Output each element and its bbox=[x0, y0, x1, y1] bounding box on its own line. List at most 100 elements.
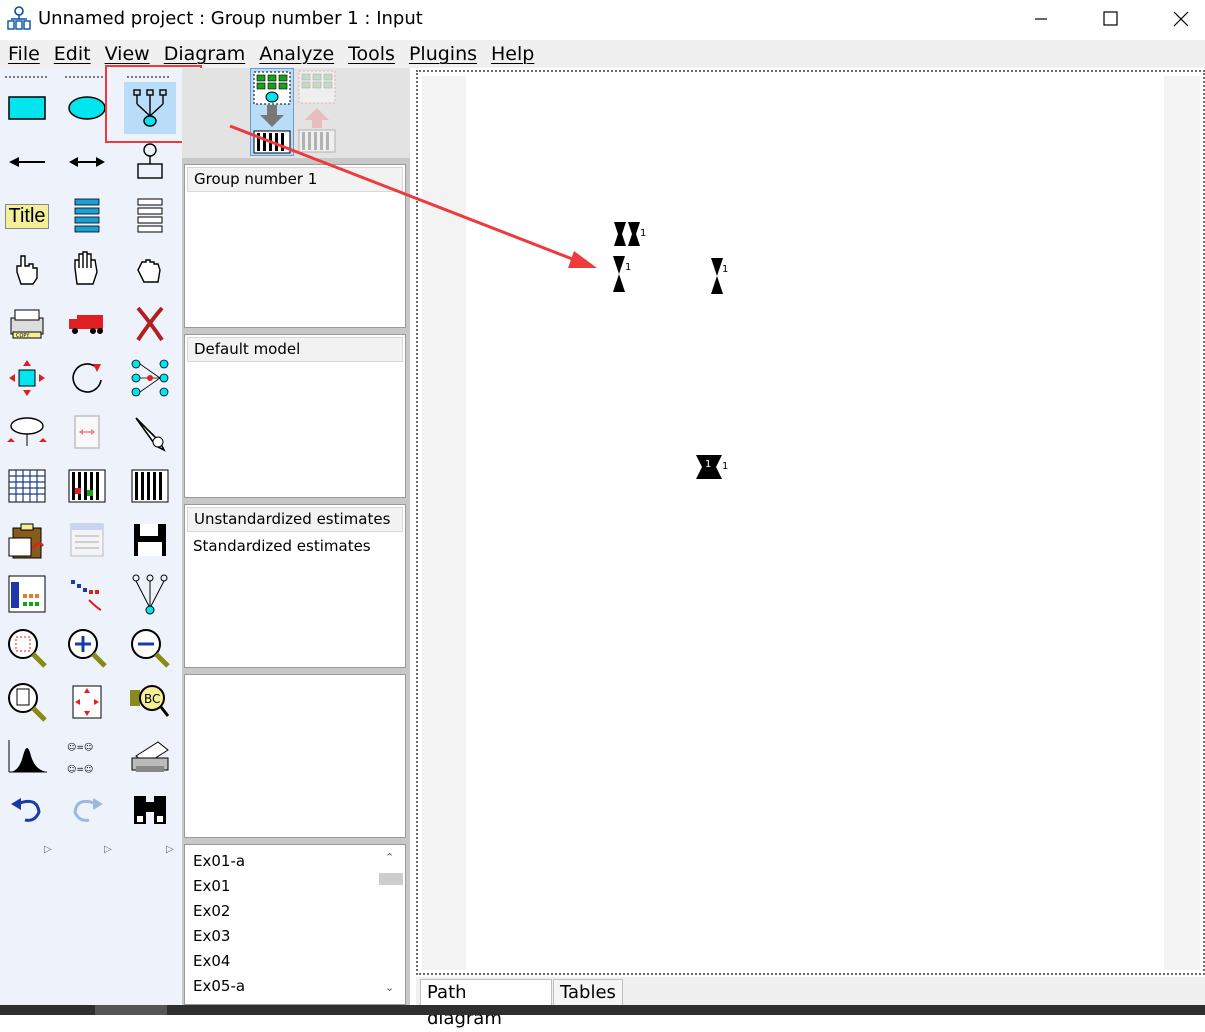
group-item[interactable]: Group number 1 bbox=[187, 167, 403, 192]
view-output-path-diagram-button[interactable] bbox=[296, 68, 340, 156]
scroll-down-icon[interactable]: ⌄ bbox=[385, 981, 394, 994]
copy-diagram-to-clipboard-icon[interactable] bbox=[3, 516, 51, 564]
resize-to-fit-page-icon[interactable] bbox=[63, 678, 111, 726]
rotate-indicators-icon[interactable] bbox=[63, 354, 111, 402]
print-diagram-icon[interactable] bbox=[126, 732, 174, 780]
scroll-up-icon[interactable]: ⌃ bbox=[385, 851, 394, 864]
file-item[interactable]: Ex03 bbox=[185, 924, 405, 949]
select-all-objects-icon[interactable] bbox=[63, 246, 111, 294]
page-margin bbox=[422, 76, 466, 970]
draw-latent-variable-icon[interactable] bbox=[63, 84, 111, 132]
zoom-out-icon[interactable] bbox=[126, 624, 174, 672]
menu-diagram[interactable]: Diagram bbox=[164, 43, 246, 65]
estimates-item-unstandardized[interactable]: Unstandardized estimates bbox=[187, 507, 403, 532]
view-entire-page-icon[interactable] bbox=[3, 678, 51, 726]
scroll-diagram-icon[interactable] bbox=[63, 408, 111, 456]
svg-text:☺=☺: ☺=☺ bbox=[67, 764, 93, 775]
calculate-estimates-icon[interactable] bbox=[126, 462, 174, 510]
drag-properties-icon[interactable] bbox=[63, 570, 111, 618]
file-item[interactable]: Ex05-a bbox=[185, 974, 405, 999]
object-label: 1 bbox=[623, 226, 630, 237]
object-properties-icon[interactable] bbox=[3, 570, 51, 618]
minimize-button[interactable] bbox=[1005, 0, 1075, 38]
double-headed-arrow-icon[interactable] bbox=[63, 138, 111, 186]
magnifier-icon[interactable]: BC bbox=[126, 678, 174, 726]
select-data-files-icon[interactable] bbox=[3, 462, 51, 510]
move-objects-icon[interactable] bbox=[63, 300, 111, 348]
specification-search-icon[interactable] bbox=[126, 786, 174, 834]
menu-analyze[interactable]: Analyze bbox=[259, 43, 334, 65]
svg-text:BC: BC bbox=[144, 692, 160, 706]
diagram-object[interactable]: 1 1 bbox=[696, 455, 730, 481]
file-item[interactable]: Ex01-a bbox=[185, 849, 405, 874]
page-margin bbox=[1164, 76, 1200, 970]
files-panel: Ex01-a Ex01 Ex02 Ex03 Ex04 Ex05-a ⌃ ⌄ bbox=[184, 844, 406, 1005]
object-label: 1 bbox=[722, 461, 729, 472]
menu-edit[interactable]: Edit bbox=[54, 43, 91, 65]
undo-icon[interactable] bbox=[3, 786, 51, 834]
change-shape-icon[interactable] bbox=[3, 354, 51, 402]
view-input-path-diagram-button[interactable] bbox=[250, 68, 294, 156]
object-label: 1 bbox=[705, 459, 712, 470]
file-item[interactable]: Ex02 bbox=[185, 899, 405, 924]
tab-tables[interactable]: Tables bbox=[553, 979, 623, 1005]
select-one-object-icon[interactable] bbox=[3, 246, 51, 294]
touch-up-variable-icon[interactable] bbox=[126, 408, 174, 456]
duplicate-objects-icon[interactable]: COPY bbox=[3, 300, 51, 348]
list-variables-in-dataset-icon[interactable] bbox=[126, 192, 174, 240]
object-label: 1 bbox=[625, 262, 632, 273]
diagram-object[interactable]: 1 1 bbox=[614, 222, 646, 248]
menu-view[interactable]: View bbox=[105, 43, 150, 65]
zoom-selected-area-icon[interactable] bbox=[3, 624, 51, 672]
window-title: Unnamed project : Group number 1 : Input bbox=[38, 8, 423, 29]
menu-file[interactable]: File bbox=[8, 43, 40, 65]
expand-arrow-icon[interactable]: ▷ bbox=[104, 844, 112, 855]
amos-app-icon bbox=[6, 6, 32, 32]
move-parameter-values-icon[interactable] bbox=[3, 408, 51, 456]
zoom-in-icon[interactable] bbox=[63, 624, 111, 672]
expand-arrow-icon[interactable]: ▷ bbox=[44, 844, 52, 855]
menu-help[interactable]: Help bbox=[491, 43, 534, 65]
diagram-object[interactable]: 1 bbox=[613, 256, 633, 294]
toolbar-separator bbox=[65, 76, 107, 78]
save-diagram-icon[interactable] bbox=[126, 516, 174, 564]
expand-arrow-icon[interactable]: ▷ bbox=[166, 844, 174, 855]
title-bar: Unnamed project : Group number 1 : Input bbox=[0, 0, 1205, 38]
analysis-properties-icon[interactable] bbox=[63, 462, 111, 510]
preserve-symmetries-icon[interactable] bbox=[126, 570, 174, 618]
taskbar bbox=[0, 1005, 1205, 1015]
taskbar-item[interactable] bbox=[95, 1005, 167, 1015]
object-label: 1 bbox=[640, 228, 647, 239]
draw-observed-variable-icon[interactable] bbox=[3, 84, 51, 132]
single-headed-arrow-icon[interactable] bbox=[3, 138, 51, 186]
file-item[interactable]: Ex04 bbox=[185, 949, 405, 974]
diagram-page[interactable] bbox=[466, 78, 1164, 970]
menu-plugins[interactable]: Plugins bbox=[409, 43, 477, 65]
estimates-item-standardized[interactable]: Standardized estimates bbox=[185, 534, 405, 559]
deselect-all-objects-icon[interactable] bbox=[126, 246, 174, 294]
diagram-object[interactable]: 1 bbox=[711, 258, 731, 296]
menu-tools[interactable]: Tools bbox=[348, 43, 395, 65]
tab-path-diagram[interactable]: Path diagram bbox=[420, 979, 552, 1029]
model-panels: Group number 1 Default model Unstandardi… bbox=[182, 68, 410, 1005]
reflect-indicators-icon[interactable] bbox=[126, 354, 174, 402]
figure-caption-icon[interactable]: Title bbox=[3, 192, 51, 240]
erase-objects-icon[interactable] bbox=[126, 300, 174, 348]
redo-icon[interactable] bbox=[63, 786, 111, 834]
models-panel: Default model bbox=[184, 334, 406, 498]
degrees-of-freedom-icon[interactable] bbox=[3, 732, 51, 780]
scroll-thumb[interactable] bbox=[379, 873, 403, 885]
files-scrollbar[interactable]: ⌃ ⌄ bbox=[379, 847, 403, 997]
file-item[interactable]: Ex01 bbox=[185, 874, 405, 899]
model-item[interactable]: Default model bbox=[187, 337, 403, 362]
toolbar-separator bbox=[5, 76, 47, 78]
close-button[interactable] bbox=[1145, 0, 1205, 38]
unique-variable-icon[interactable] bbox=[126, 138, 174, 186]
multiple-group-analysis-icon[interactable]: ☺=☺ ☺=☺ bbox=[63, 732, 111, 780]
view-text-output-icon[interactable] bbox=[63, 516, 111, 564]
maximize-button[interactable] bbox=[1075, 0, 1145, 38]
computation-summary-panel bbox=[184, 674, 406, 838]
object-label: 1 bbox=[722, 264, 729, 275]
groups-panel: Group number 1 bbox=[184, 164, 406, 328]
list-variables-in-model-icon[interactable] bbox=[63, 192, 111, 240]
